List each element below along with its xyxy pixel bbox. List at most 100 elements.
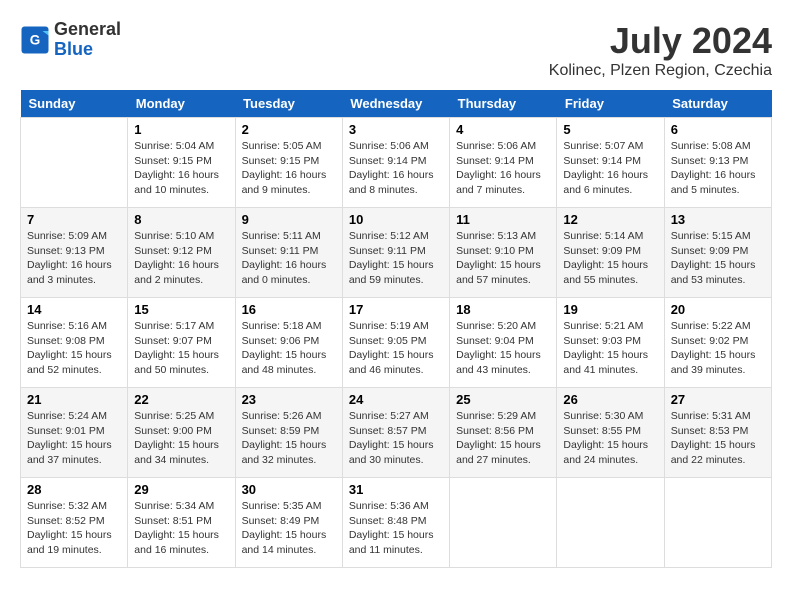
- title-block: July 2024 Kolinec, Plzen Region, Czechia: [549, 20, 772, 80]
- day-number: 13: [671, 212, 765, 227]
- day-info: Sunrise: 5:12 AMSunset: 9:11 PMDaylight:…: [349, 229, 443, 288]
- day-number: 21: [27, 392, 121, 407]
- calendar-day-cell: [21, 118, 128, 208]
- calendar-day-cell: 5Sunrise: 5:07 AMSunset: 9:14 PMDaylight…: [557, 118, 664, 208]
- calendar-week-row: 1Sunrise: 5:04 AMSunset: 9:15 PMDaylight…: [21, 118, 772, 208]
- calendar-day-cell: 10 Sunrise: 5:12 AMSunset: 9:11 PMDayligh…: [342, 208, 449, 298]
- day-info: Sunrise: 5:18 AMSunset: 9:06 PMDaylight:…: [242, 319, 336, 378]
- location-subtitle: Kolinec, Plzen Region, Czechia: [549, 62, 772, 80]
- day-of-week-header: Wednesday: [342, 90, 449, 118]
- day-number: 30: [242, 482, 336, 497]
- day-info: Sunrise: 5:36 AMSunset: 8:48 PMDaylight:…: [349, 499, 443, 558]
- page-header: G General Blue July 2024 Kolinec, Plzen …: [20, 20, 772, 80]
- calendar-day-cell: 24 Sunrise: 5:27 AMSunset: 8:57 PMDayligh…: [342, 388, 449, 478]
- day-info: Sunrise: 5:13 AMSunset: 9:10 PMDaylight:…: [456, 229, 550, 288]
- day-info: Sunrise: 5:30 AMSunset: 8:55 PMDaylight:…: [563, 409, 657, 468]
- day-info: Sunrise: 5:05 AMSunset: 9:15 PMDaylight:…: [242, 139, 336, 198]
- day-info: Sunrise: 5:19 AMSunset: 9:05 PMDaylight:…: [349, 319, 443, 378]
- day-number: 12: [563, 212, 657, 227]
- day-number: 4: [456, 122, 550, 137]
- calendar-day-cell: 21 Sunrise: 5:24 AMSunset: 9:01 PMDayligh…: [21, 388, 128, 478]
- svg-text:G: G: [30, 32, 41, 47]
- day-info: Sunrise: 5:26 AMSunset: 8:59 PMDaylight:…: [242, 409, 336, 468]
- calendar-day-cell: 4 Sunrise: 5:06 AMSunset: 9:14 PMDaylight…: [450, 118, 557, 208]
- day-of-week-header: Thursday: [450, 90, 557, 118]
- day-info: Sunrise: 5:20 AMSunset: 9:04 PMDaylight:…: [456, 319, 550, 378]
- calendar-day-cell: 20 Sunrise: 5:22 AMSunset: 9:02 PMDayligh…: [664, 298, 771, 388]
- day-number: 11: [456, 212, 550, 227]
- day-number: 16: [242, 302, 336, 317]
- calendar-week-row: 14 Sunrise: 5:16 AMSunset: 9:08 PMDayligh…: [21, 298, 772, 388]
- calendar-week-row: 21 Sunrise: 5:24 AMSunset: 9:01 PMDayligh…: [21, 388, 772, 478]
- day-of-week-header: Saturday: [664, 90, 771, 118]
- day-number: 23: [242, 392, 336, 407]
- day-info: Sunrise: 5:09 AMSunset: 9:13 PMDaylight:…: [27, 229, 121, 288]
- day-info: Sunrise: 5:32 AMSunset: 8:52 PMDaylight:…: [27, 499, 121, 558]
- calendar-day-cell: 11 Sunrise: 5:13 AMSunset: 9:10 PMDayligh…: [450, 208, 557, 298]
- calendar-day-cell: 29 Sunrise: 5:34 AMSunset: 8:51 PMDayligh…: [128, 478, 235, 568]
- calendar-week-row: 28 Sunrise: 5:32 AMSunset: 8:52 PMDayligh…: [21, 478, 772, 568]
- calendar-day-cell: 28 Sunrise: 5:32 AMSunset: 8:52 PMDayligh…: [21, 478, 128, 568]
- logo-blue: Blue: [54, 40, 121, 60]
- day-info: Sunrise: 5:27 AMSunset: 8:57 PMDaylight:…: [349, 409, 443, 468]
- month-title: July 2024: [549, 20, 772, 62]
- calendar-day-cell: 9Sunrise: 5:11 AMSunset: 9:11 PMDaylight…: [235, 208, 342, 298]
- day-number: 7: [27, 212, 121, 227]
- day-info: Sunrise: 5:24 AMSunset: 9:01 PMDaylight:…: [27, 409, 121, 468]
- day-number: 24: [349, 392, 443, 407]
- day-number: 20: [671, 302, 765, 317]
- day-info: Sunrise: 5:06 AMSunset: 9:14 PMDaylight:…: [456, 139, 550, 198]
- day-info: Sunrise: 5:10 AMSunset: 9:12 PMDaylight:…: [134, 229, 228, 288]
- day-info: Sunrise: 5:21 AMSunset: 9:03 PMDaylight:…: [563, 319, 657, 378]
- day-number: 15: [134, 302, 228, 317]
- day-info: Sunrise: 5:15 AMSunset: 9:09 PMDaylight:…: [671, 229, 765, 288]
- day-info: Sunrise: 5:31 AMSunset: 8:53 PMDaylight:…: [671, 409, 765, 468]
- calendar-day-cell: 3Sunrise: 5:06 AMSunset: 9:14 PMDaylight…: [342, 118, 449, 208]
- day-number: 28: [27, 482, 121, 497]
- day-number: 29: [134, 482, 228, 497]
- logo-icon: G: [20, 25, 50, 55]
- logo-text: General Blue: [54, 20, 121, 60]
- calendar-day-cell: [450, 478, 557, 568]
- day-number: 14: [27, 302, 121, 317]
- calendar-week-row: 7 Sunrise: 5:09 AMSunset: 9:13 PMDaylight…: [21, 208, 772, 298]
- day-info: Sunrise: 5:34 AMSunset: 8:51 PMDaylight:…: [134, 499, 228, 558]
- calendar-day-cell: 7 Sunrise: 5:09 AMSunset: 9:13 PMDaylight…: [21, 208, 128, 298]
- calendar-day-cell: [557, 478, 664, 568]
- day-info: Sunrise: 5:17 AMSunset: 9:07 PMDaylight:…: [134, 319, 228, 378]
- calendar-day-cell: 12 Sunrise: 5:14 AMSunset: 9:09 PMDayligh…: [557, 208, 664, 298]
- calendar-day-cell: 22Sunrise: 5:25 AMSunset: 9:00 PMDayligh…: [128, 388, 235, 478]
- calendar-day-cell: 30 Sunrise: 5:35 AMSunset: 8:49 PMDayligh…: [235, 478, 342, 568]
- day-info: Sunrise: 5:29 AMSunset: 8:56 PMDaylight:…: [456, 409, 550, 468]
- calendar-day-cell: 18 Sunrise: 5:20 AMSunset: 9:04 PMDayligh…: [450, 298, 557, 388]
- calendar-header-row: SundayMondayTuesdayWednesdayThursdayFrid…: [21, 90, 772, 118]
- day-number: 1: [134, 122, 228, 137]
- day-of-week-header: Monday: [128, 90, 235, 118]
- calendar-day-cell: 19Sunrise: 5:21 AMSunset: 9:03 PMDayligh…: [557, 298, 664, 388]
- day-info: Sunrise: 5:14 AMSunset: 9:09 PMDaylight:…: [563, 229, 657, 288]
- calendar-day-cell: 6Sunrise: 5:08 AMSunset: 9:13 PMDaylight…: [664, 118, 771, 208]
- day-info: Sunrise: 5:16 AMSunset: 9:08 PMDaylight:…: [27, 319, 121, 378]
- day-number: 25: [456, 392, 550, 407]
- day-number: 18: [456, 302, 550, 317]
- day-number: 26: [563, 392, 657, 407]
- day-info: Sunrise: 5:08 AMSunset: 9:13 PMDaylight:…: [671, 139, 765, 198]
- day-number: 3: [349, 122, 443, 137]
- logo-general: General: [54, 20, 121, 40]
- calendar-day-cell: 27 Sunrise: 5:31 AMSunset: 8:53 PMDayligh…: [664, 388, 771, 478]
- calendar-day-cell: 23 Sunrise: 5:26 AMSunset: 8:59 PMDayligh…: [235, 388, 342, 478]
- calendar-day-cell: 31Sunrise: 5:36 AMSunset: 8:48 PMDayligh…: [342, 478, 449, 568]
- day-of-week-header: Sunday: [21, 90, 128, 118]
- day-info: Sunrise: 5:22 AMSunset: 9:02 PMDaylight:…: [671, 319, 765, 378]
- day-number: 10: [349, 212, 443, 227]
- day-info: Sunrise: 5:35 AMSunset: 8:49 PMDaylight:…: [242, 499, 336, 558]
- day-number: 27: [671, 392, 765, 407]
- calendar-day-cell: 1Sunrise: 5:04 AMSunset: 9:15 PMDaylight…: [128, 118, 235, 208]
- day-number: 2: [242, 122, 336, 137]
- calendar-day-cell: 16 Sunrise: 5:18 AMSunset: 9:06 PMDayligh…: [235, 298, 342, 388]
- calendar-day-cell: 14 Sunrise: 5:16 AMSunset: 9:08 PMDayligh…: [21, 298, 128, 388]
- day-number: 8: [134, 212, 228, 227]
- calendar-day-cell: [664, 478, 771, 568]
- logo: G General Blue: [20, 20, 121, 60]
- day-of-week-header: Friday: [557, 90, 664, 118]
